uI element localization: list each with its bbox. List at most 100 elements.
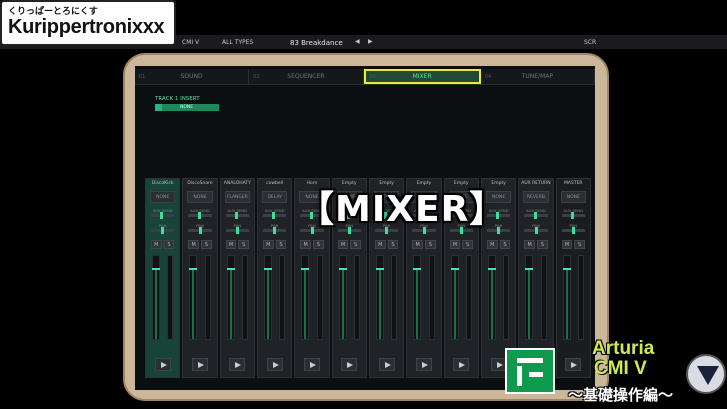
play-button[interactable] bbox=[229, 358, 246, 371]
play-button[interactable] bbox=[378, 358, 395, 371]
solo-button[interactable]: S bbox=[275, 240, 287, 249]
types-filter[interactable]: ALL TYPES bbox=[222, 39, 253, 46]
volume-fader[interactable] bbox=[487, 255, 496, 340]
solo-button[interactable]: S bbox=[424, 240, 436, 249]
track-insert-slot[interactable]: NONE bbox=[155, 104, 219, 111]
volume-fader[interactable] bbox=[413, 255, 422, 340]
insert-fx-slot[interactable]: DELAY bbox=[261, 191, 288, 203]
mute-button[interactable]: M bbox=[374, 240, 386, 249]
play-button[interactable] bbox=[191, 358, 208, 371]
volume-fader[interactable] bbox=[338, 255, 347, 340]
channel-name: DiscoSnare bbox=[187, 181, 213, 186]
volume-fader[interactable] bbox=[189, 255, 198, 340]
tab-tune-map[interactable]: 04 TUNE/MAP bbox=[481, 69, 595, 84]
solo-button[interactable]: S bbox=[574, 240, 585, 249]
mute-button[interactable]: M bbox=[486, 240, 498, 249]
play-button[interactable] bbox=[266, 358, 283, 371]
volume-fader[interactable] bbox=[301, 255, 310, 340]
volume-fader[interactable] bbox=[226, 255, 235, 340]
tab-number: 01 bbox=[139, 74, 146, 80]
volume-fader[interactable] bbox=[375, 255, 384, 340]
insert-slot-value: NONE bbox=[180, 105, 194, 110]
solo-button[interactable]: S bbox=[163, 240, 175, 249]
mute-button[interactable]: M bbox=[412, 240, 423, 249]
level-meter bbox=[241, 255, 248, 340]
aux-send-knob[interactable] bbox=[225, 212, 249, 219]
aux-send-knob[interactable] bbox=[561, 212, 585, 219]
mute-button[interactable]: M bbox=[561, 240, 573, 249]
brand-icon bbox=[505, 348, 555, 394]
scr-label[interactable]: SCR bbox=[584, 39, 596, 46]
play-button[interactable] bbox=[415, 358, 432, 371]
play-button[interactable] bbox=[303, 358, 320, 371]
solo-button[interactable]: S bbox=[312, 240, 324, 249]
play-icon bbox=[309, 362, 316, 368]
channel-strip[interactable]: ANALOHATY FLANGER AUX SEND PAN M S bbox=[219, 178, 255, 378]
level-meter bbox=[428, 255, 435, 340]
solo-button[interactable]: S bbox=[350, 240, 361, 249]
solo-button[interactable]: S bbox=[387, 240, 399, 249]
mute-button[interactable]: M bbox=[188, 240, 199, 249]
mute-button[interactable]: M bbox=[300, 240, 311, 249]
insert-fx-slot[interactable]: FLANGER bbox=[224, 191, 250, 203]
mute-solo-group: M S bbox=[524, 240, 548, 249]
solo-button[interactable]: S bbox=[462, 240, 473, 249]
mute-solo-group: M S bbox=[561, 240, 585, 249]
level-meter bbox=[577, 255, 584, 340]
mute-solo-group: M S bbox=[300, 240, 324, 249]
mixer-caption: 【MIXER】 bbox=[298, 189, 507, 230]
level-meter bbox=[391, 255, 398, 340]
solo-button[interactable]: S bbox=[536, 240, 548, 249]
tab-sound[interactable]: 01 SOUND bbox=[135, 69, 250, 84]
pan-slider[interactable] bbox=[188, 227, 212, 234]
preset-name[interactable]: 83 Breakdance bbox=[290, 39, 343, 47]
volume-fader[interactable] bbox=[450, 255, 459, 340]
channel-strip[interactable]: MASTER NONE AUX SEND PAN M S bbox=[555, 178, 591, 378]
page-tabs: 01 SOUND 02 SEQUENCER 03 MIXER 04 TUNE/MAP bbox=[135, 69, 595, 85]
channel-strip[interactable]: DiscoKick NONE AUX SEND PAN M S bbox=[145, 178, 181, 378]
tab-sequencer[interactable]: 02 SEQUENCER bbox=[249, 69, 364, 84]
mute-solo-group: M S bbox=[449, 240, 473, 249]
mute-button[interactable]: M bbox=[337, 240, 349, 249]
insert-fx-slot[interactable]: NONE bbox=[560, 191, 586, 203]
prev-preset-button[interactable]: ◀ bbox=[355, 38, 360, 45]
solo-button[interactable]: S bbox=[201, 240, 212, 249]
tab-mixer[interactable]: 03 MIXER bbox=[363, 69, 481, 84]
tab-label: SEQUENCER bbox=[287, 73, 325, 80]
play-button[interactable] bbox=[341, 358, 358, 371]
play-button[interactable] bbox=[154, 358, 171, 371]
pan-slider[interactable] bbox=[524, 227, 548, 234]
pan-slider[interactable] bbox=[262, 227, 287, 234]
pan-slider[interactable] bbox=[561, 227, 585, 234]
mute-button[interactable]: M bbox=[524, 240, 535, 249]
volume-fader[interactable] bbox=[152, 255, 160, 340]
volume-fader[interactable] bbox=[263, 255, 272, 340]
volume-fader[interactable] bbox=[525, 255, 534, 340]
aux-send-knob[interactable] bbox=[262, 212, 287, 219]
solo-button[interactable]: S bbox=[499, 240, 511, 249]
channel-strip[interactable]: cowbell DELAY AUX SEND PAN M S bbox=[256, 178, 293, 378]
insert-fx-slot[interactable]: NONE bbox=[150, 191, 176, 203]
next-preset-button[interactable]: ▶ bbox=[368, 38, 373, 45]
channel-name: DiscoKick bbox=[151, 181, 174, 186]
play-button[interactable] bbox=[453, 358, 470, 371]
mute-button[interactable]: M bbox=[449, 240, 461, 249]
aux-send-knob[interactable] bbox=[188, 212, 212, 219]
play-icon bbox=[160, 362, 167, 368]
mute-button[interactable]: M bbox=[225, 240, 237, 249]
play-icon bbox=[571, 362, 578, 368]
pan-slider[interactable] bbox=[225, 227, 249, 234]
insert-fx-slot[interactable]: NONE bbox=[187, 191, 213, 203]
insert-fx-slot[interactable]: REVERB bbox=[523, 191, 549, 203]
pan-slider[interactable] bbox=[151, 227, 175, 234]
insert-toggle[interactable] bbox=[155, 104, 162, 111]
solo-button[interactable]: S bbox=[238, 240, 249, 249]
brand-product: CMI V bbox=[594, 358, 647, 379]
aux-send-knob[interactable] bbox=[524, 212, 548, 219]
channel-strip[interactable]: DiscoSnare NONE AUX SEND PAN M S bbox=[182, 178, 218, 378]
mute-button[interactable]: M bbox=[151, 240, 162, 249]
aux-send-knob[interactable] bbox=[151, 212, 175, 219]
play-button[interactable] bbox=[565, 358, 582, 371]
volume-fader[interactable] bbox=[562, 255, 571, 340]
mute-button[interactable]: M bbox=[262, 240, 274, 249]
